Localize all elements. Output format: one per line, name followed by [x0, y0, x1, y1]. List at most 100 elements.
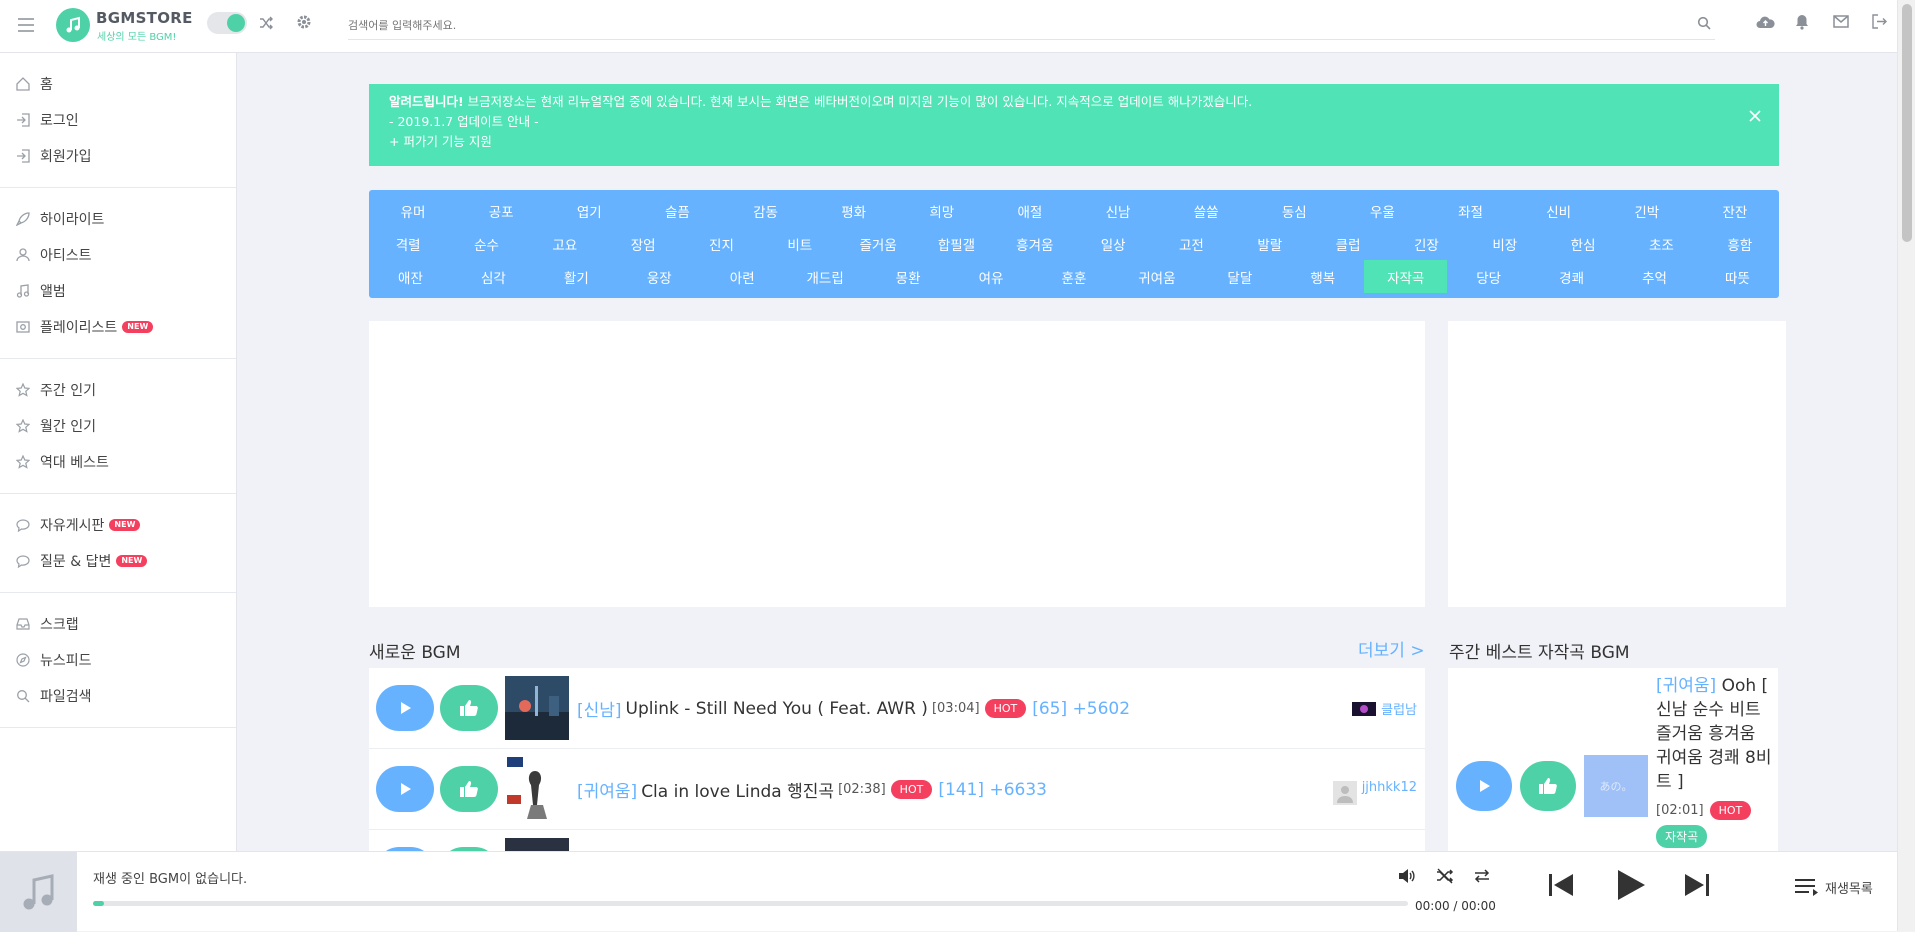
sidebar-item[interactable]: 주간 인기	[0, 372, 236, 408]
genre-tag[interactable]: 귀여움	[1115, 260, 1198, 293]
genre-tag[interactable]: 신남	[1074, 194, 1162, 227]
genre-tag[interactable]: 순수	[447, 227, 525, 260]
genre-tag[interactable]: 추억	[1613, 260, 1696, 293]
volume-icon[interactable]	[1398, 868, 1416, 884]
uploader-name[interactable]: 클럽남	[1381, 699, 1417, 718]
genre-tag[interactable]: 심각	[452, 260, 535, 293]
sidebar-item[interactable]: 플레이리스트 NEW	[0, 309, 236, 345]
song-info[interactable]: [신남] Uplink - Still Need You ( Feat. AWR …	[577, 696, 1130, 722]
genre-tag[interactable]: 고전	[1152, 227, 1230, 260]
genre-tag[interactable]: 초조	[1622, 227, 1700, 260]
genre-tag[interactable]: 비장	[1466, 227, 1544, 260]
genre-tag[interactable]: 감동	[722, 194, 810, 227]
more-link[interactable]: 더보기 >	[1358, 636, 1425, 661]
genre-tag[interactable]: 여유	[950, 260, 1033, 293]
genre-tag[interactable]: 고요	[526, 227, 604, 260]
search-input[interactable]	[348, 11, 1715, 40]
genre-tag[interactable]: 희망	[898, 194, 986, 227]
bell-icon[interactable]	[1795, 14, 1809, 30]
genre-tag[interactable]: 신비	[1515, 194, 1603, 227]
sidebar-item[interactable]: 자유게시판 NEW	[0, 507, 236, 543]
hamburger-menu-icon[interactable]	[16, 16, 36, 34]
weekly-genre-tag[interactable]: 자작곡	[1656, 825, 1708, 848]
sidebar-item[interactable]: 파일검색	[0, 678, 236, 714]
genre-tag[interactable]: 자작곡	[1364, 260, 1448, 293]
song-category[interactable]: [귀여움]	[577, 777, 637, 802]
sidebar-item[interactable]: 앨범	[0, 273, 236, 309]
genre-tag[interactable]: 긴박	[1603, 194, 1691, 227]
genre-tag[interactable]: 한심	[1544, 227, 1622, 260]
genre-tag[interactable]: 유머	[369, 194, 457, 227]
sidebar-item[interactable]: 회원가입	[0, 138, 236, 174]
weekly-thumbnail[interactable]: あの。	[1584, 755, 1648, 817]
skip-next-icon[interactable]	[1684, 873, 1710, 897]
genre-tag[interactable]: 동심	[1250, 194, 1338, 227]
genre-tag[interactable]: 합필갤	[917, 227, 995, 260]
uploader-name[interactable]: jjhhkk12	[1362, 780, 1417, 795]
song-info[interactable]: [귀여움] Cla in love Linda 행진곡 [02:38] HOT [141…	[577, 777, 1047, 803]
uploader[interactable]: jjhhkk12	[1332, 780, 1417, 805]
genre-tag[interactable]: 아련	[701, 260, 784, 293]
sidebar-item[interactable]: 질문 & 답변 NEW	[0, 543, 236, 579]
genre-tag[interactable]: 당당	[1447, 260, 1530, 293]
like-button[interactable]	[440, 766, 498, 812]
weekly-song-title[interactable]: [귀여움] Ooh [ 신남 순수 비트 즐거움 흥겨움 귀여움 경쾌 8비트 …	[1656, 674, 1772, 794]
shuffle-icon[interactable]	[1436, 868, 1454, 884]
play-button[interactable]	[376, 685, 434, 731]
genre-tag[interactable]: 경쾌	[1530, 260, 1613, 293]
sidebar-item[interactable]: 역대 베스트	[0, 444, 236, 480]
genre-tag[interactable]: 잔잔	[1691, 194, 1779, 227]
genre-tag[interactable]: 따뜻	[1696, 260, 1779, 293]
genre-tag[interactable]: 비트	[761, 227, 839, 260]
sidebar-item[interactable]: 홈	[0, 66, 236, 102]
sidebar-item[interactable]: 월간 인기	[0, 408, 236, 444]
song-thumbnail[interactable]	[505, 757, 569, 821]
skip-previous-icon[interactable]	[1548, 873, 1574, 897]
genre-tag[interactable]: 활기	[535, 260, 618, 293]
genre-tag[interactable]: 공포	[457, 194, 545, 227]
genre-tag[interactable]: 일상	[1074, 227, 1152, 260]
song-title[interactable]: Cla in love Linda 행진곡	[641, 777, 834, 802]
close-icon[interactable]	[1749, 110, 1761, 122]
genre-tag[interactable]: 격렬	[369, 227, 447, 260]
uploader[interactable]: 클럽남	[1352, 699, 1417, 718]
genre-tag[interactable]: 즐거움	[839, 227, 917, 260]
shuffle-icon[interactable]	[258, 15, 274, 31]
gear-icon[interactable]	[296, 14, 312, 30]
theme-toggle[interactable]	[207, 12, 247, 34]
song-thumbnail[interactable]	[505, 676, 569, 740]
genre-tag[interactable]: 좌절	[1427, 194, 1515, 227]
repeat-icon[interactable]	[1473, 868, 1491, 884]
genre-tag[interactable]: 장엄	[604, 227, 682, 260]
play-icon[interactable]	[1616, 869, 1646, 901]
genre-tag[interactable]: 개드립	[784, 260, 867, 293]
play-button[interactable]	[376, 766, 434, 812]
genre-tag[interactable]: 우울	[1338, 194, 1426, 227]
sidebar-item[interactable]: 뉴스피드	[0, 642, 236, 678]
song-thumbnail[interactable]	[505, 838, 569, 851]
genre-tag[interactable]: 평화	[810, 194, 898, 227]
genre-tag[interactable]: 행복	[1281, 260, 1364, 293]
genre-tag[interactable]: 몽환	[867, 260, 950, 293]
genre-tag[interactable]: 훈훈	[1033, 260, 1116, 293]
sidebar-item[interactable]: 스크랩	[0, 606, 236, 642]
genre-tag[interactable]: 달달	[1198, 260, 1281, 293]
sidebar-item[interactable]: 로그인	[0, 102, 236, 138]
genre-tag[interactable]: 쓸쓸	[1162, 194, 1250, 227]
genre-tag[interactable]: 애잔	[369, 260, 452, 293]
sidebar-item[interactable]: 하이라이트	[0, 201, 236, 237]
genre-tag[interactable]: 웅장	[618, 260, 701, 293]
like-button[interactable]	[440, 685, 498, 731]
genre-tag[interactable]: 발랄	[1231, 227, 1309, 260]
sidebar-item[interactable]: 아티스트	[0, 237, 236, 273]
genre-tag[interactable]: 슬픔	[633, 194, 721, 227]
weekly-like-button[interactable]	[1520, 761, 1576, 811]
page-scrollbar[interactable]	[1897, 0, 1915, 931]
genre-tag[interactable]: 엽기	[545, 194, 633, 227]
genre-tag[interactable]: 진지	[682, 227, 760, 260]
genre-tag[interactable]: 클럽	[1309, 227, 1387, 260]
weekly-song-category[interactable]: [귀여움]	[1656, 676, 1716, 696]
search-icon[interactable]	[1697, 16, 1711, 30]
logout-icon[interactable]	[1872, 14, 1887, 29]
mail-icon[interactable]	[1833, 15, 1849, 28]
